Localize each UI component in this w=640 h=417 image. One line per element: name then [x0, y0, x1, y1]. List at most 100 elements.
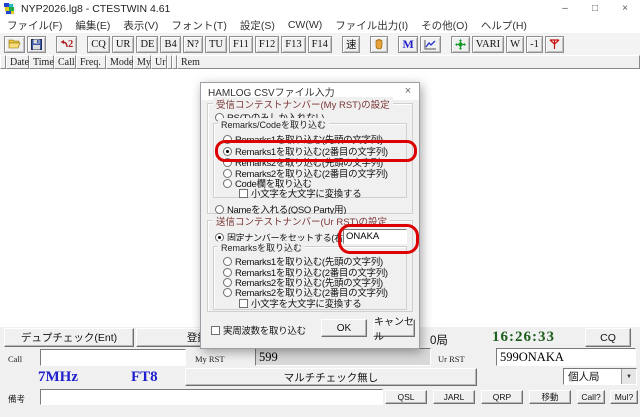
save-icon: [31, 38, 42, 50]
macro-ur-button[interactable]: UR: [111, 35, 135, 53]
memory-button[interactable]: M: [398, 35, 418, 53]
band-label[interactable]: 7MHz: [38, 369, 78, 386]
ur-rst-label: Ur RST: [438, 354, 465, 364]
vari-button[interactable]: VARI: [471, 35, 505, 53]
radio-icon: [223, 287, 232, 297]
col-time[interactable]: Time: [29, 55, 54, 69]
rate-graph-button[interactable]: [419, 35, 441, 53]
menu-settings[interactable]: 設定(S): [240, 18, 275, 33]
clock: 16:26:33: [492, 329, 555, 345]
open-file-button[interactable]: [4, 35, 25, 53]
toolbar: 2 CQ UR DE B4 N? TU F11 F12 F13 F14 速 M …: [0, 33, 640, 56]
portable-button[interactable]: 移動: [529, 390, 571, 404]
menu-cw[interactable]: CW(W): [288, 19, 322, 31]
menu-edit[interactable]: 編集(E): [75, 18, 110, 33]
macro-f11-button[interactable]: F11: [228, 35, 253, 53]
station-type-combobox[interactable]: 個人局 ▼: [563, 368, 637, 385]
line-chart-icon: [424, 39, 436, 49]
col-date[interactable]: Date: [6, 55, 29, 69]
window-title: NYP2026.lg8 - CTESTWIN 4.61: [21, 2, 171, 15]
rotator-button[interactable]: [450, 35, 470, 53]
rx-remarks-legend: Remarks/Codeを取り込む: [218, 118, 330, 131]
dupe-check-button[interactable]: デュプチェック(Ent): [4, 328, 134, 347]
menu-bar: ファイル(F) 編集(E) 表示(V) フォント(T) 設定(S) CW(W) …: [0, 17, 640, 34]
macro-tu-button[interactable]: TU: [204, 35, 227, 53]
rx-group-legend: 受信コンテストナンバー(My RST)の設定: [213, 97, 393, 111]
col-my[interactable]: My: [133, 55, 151, 69]
remarks-input[interactable]: [40, 389, 383, 405]
macro-n-button[interactable]: N?: [182, 35, 203, 53]
speed-button[interactable]: 速: [341, 35, 361, 53]
call-check-button[interactable]: Call?: [577, 390, 605, 404]
cq-button[interactable]: CQ: [585, 328, 631, 347]
crosshair-move-icon: [454, 38, 466, 50]
checkbox-icon: [239, 298, 248, 308]
col-call[interactable]: Call: [54, 55, 76, 69]
menu-help[interactable]: ヘルプ(H): [481, 18, 527, 33]
antenna-icon: [549, 38, 560, 49]
menu-file-output[interactable]: ファイル出力(I): [335, 18, 408, 33]
col-freq[interactable]: Freq.: [76, 55, 106, 69]
antenna-button[interactable]: [545, 35, 564, 53]
folder-open-icon: [8, 39, 21, 49]
radio-icon: [223, 178, 232, 188]
menu-others[interactable]: その他(O): [421, 18, 468, 33]
mode-label[interactable]: FT8: [131, 369, 158, 386]
mul-check-button[interactable]: Mul?: [610, 390, 638, 404]
call-input[interactable]: [40, 349, 186, 366]
hand-icon: [376, 38, 383, 49]
maximize-icon[interactable]: □: [580, 0, 610, 17]
title-bar: NYP2026.lg8 - CTESTWIN 4.61 – □ ×: [0, 0, 640, 17]
ok-button[interactable]: OK: [321, 319, 367, 337]
radio-icon: [223, 134, 232, 144]
qrp-button[interactable]: QRP: [481, 390, 523, 404]
watt-button[interactable]: W: [506, 35, 524, 53]
hand-key-button[interactable]: [370, 35, 389, 53]
col-mode[interactable]: Mode: [106, 55, 133, 69]
undo-qso-button[interactable]: 2: [56, 35, 78, 53]
col-rem[interactable]: Rem: [177, 55, 640, 69]
macro-cq-button[interactable]: CQ: [87, 35, 110, 53]
tx-remarks-legend: Remarksを取り込む: [218, 241, 306, 254]
log-header: Date Time Call Freq. Mode My Ur Rem: [0, 55, 640, 69]
fixed-number-input[interactable]: [343, 229, 407, 244]
macro-f14-button[interactable]: F14: [307, 35, 332, 53]
checkbox-tx-uppercase[interactable]: 小文字を大文字に変換する: [239, 296, 362, 310]
chevron-down-icon[interactable]: ▼: [621, 369, 636, 384]
tx-group-legend: 送信コンテストナンバー(Ur RST)の設定: [213, 214, 390, 228]
checkbox-actual-frequency[interactable]: 実周波数を取り込む: [211, 323, 306, 337]
checkbox-label: 実周波数を取り込む: [223, 326, 306, 337]
menu-font[interactable]: フォント(T): [171, 18, 226, 33]
macro-de-button[interactable]: DE: [136, 35, 159, 53]
station-count: 0局: [430, 335, 448, 347]
undo-arrow-icon: [60, 39, 68, 47]
my-rst-label: My RST: [195, 354, 225, 364]
save-button[interactable]: [27, 35, 46, 53]
macro-f12-button[interactable]: F12: [254, 35, 280, 53]
checkbox-label: 小文字を大文字に変換する: [251, 299, 362, 310]
checkbox-rx-uppercase[interactable]: 小文字を大文字に変換する: [239, 186, 362, 200]
col-ur[interactable]: Ur: [151, 55, 167, 69]
dialog-close-icon[interactable]: ×: [401, 84, 415, 98]
menu-view[interactable]: 表示(V): [123, 18, 158, 33]
menu-file[interactable]: ファイル(F): [7, 18, 62, 33]
radio-icon: [215, 204, 224, 214]
macro-f13-button[interactable]: F13: [281, 35, 306, 53]
qsl-button[interactable]: QSL: [385, 390, 427, 404]
minus1-button[interactable]: -1: [526, 35, 543, 53]
station-type-value: 個人局: [568, 371, 600, 383]
multi-check-button[interactable]: マルチチェック無し: [185, 368, 477, 386]
minimize-icon[interactable]: –: [550, 0, 580, 17]
close-icon[interactable]: ×: [610, 0, 640, 17]
checkbox-label: 小文字を大文字に変換する: [251, 189, 362, 200]
undo-number: 2: [68, 38, 74, 50]
call-label: Call: [8, 354, 23, 364]
jarl-button[interactable]: JARL: [433, 390, 475, 404]
my-rst-input[interactable]: [255, 348, 431, 366]
cancel-button[interactable]: キャンセル: [373, 317, 415, 343]
checkbox-icon: [211, 325, 220, 335]
checkbox-icon: [239, 188, 248, 198]
ur-rst-input[interactable]: [496, 348, 636, 366]
m-letter: M: [402, 36, 414, 51]
macro-b4-button[interactable]: B4: [160, 35, 181, 53]
